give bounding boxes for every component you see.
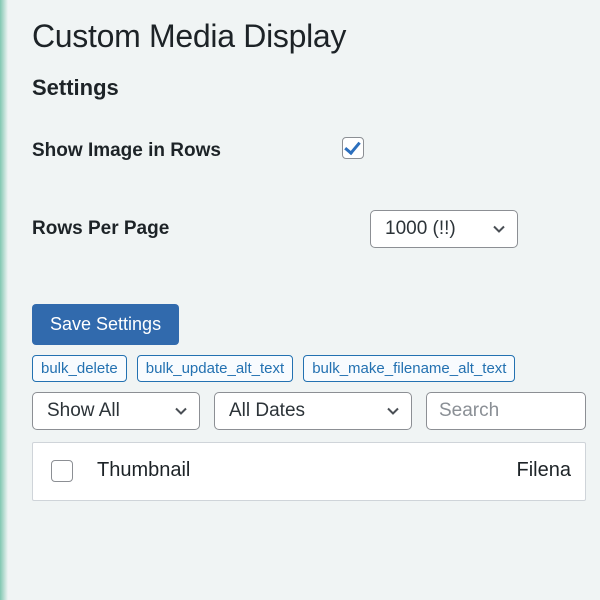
column-header-filename[interactable]: Filena: [517, 459, 571, 482]
setting-label-show-image: Show Image in Rows: [32, 140, 342, 162]
filter-all-dates-select[interactable]: All Dates: [214, 392, 412, 430]
bulk-make-filename-alt-text-button[interactable]: bulk_make_filename_alt_text: [303, 355, 515, 382]
filter-show-all-select[interactable]: Show All: [32, 392, 200, 430]
setting-row-show-image: Show Image in Rows: [32, 137, 586, 164]
rows-per-page-value: 1000 (!!): [385, 218, 456, 240]
column-header-thumbnail[interactable]: Thumbnail: [95, 459, 190, 482]
rows-per-page-select[interactable]: 1000 (!!): [370, 210, 518, 248]
settings-form: Show Image in Rows Rows Per Page 1000 (!…: [32, 137, 586, 248]
show-image-checkbox[interactable]: [342, 137, 364, 159]
setting-control-show-image: [342, 137, 364, 164]
table-header-row: Thumbnail Filena: [33, 443, 585, 500]
setting-label-rows-per-page: Rows Per Page: [32, 218, 342, 240]
chevron-down-icon: [385, 403, 401, 419]
setting-row-rows-per-page: Rows Per Page 1000 (!!): [32, 210, 586, 248]
setting-control-rows-per-page: 1000 (!!): [370, 210, 518, 248]
bulk-update-alt-text-button[interactable]: bulk_update_alt_text: [137, 355, 293, 382]
filter-all-dates-label: All Dates: [229, 400, 305, 422]
save-settings-button[interactable]: Save Settings: [32, 304, 179, 345]
select-all-checkbox[interactable]: [51, 460, 73, 482]
bulk-actions-row: bulk_delete bulk_update_alt_text bulk_ma…: [32, 355, 586, 382]
filter-show-all-label: Show All: [47, 400, 120, 422]
chevron-down-icon: [491, 221, 507, 237]
media-table: Thumbnail Filena: [32, 442, 586, 501]
page-container: Custom Media Display Settings Show Image…: [0, 0, 600, 501]
bulk-delete-button[interactable]: bulk_delete: [32, 355, 127, 382]
settings-heading: Settings: [32, 75, 586, 101]
left-accent-strip: [0, 0, 8, 600]
page-title: Custom Media Display: [32, 18, 586, 55]
filter-row: Show All All Dates: [32, 392, 586, 430]
chevron-down-icon: [173, 403, 189, 419]
search-input[interactable]: [426, 392, 586, 430]
